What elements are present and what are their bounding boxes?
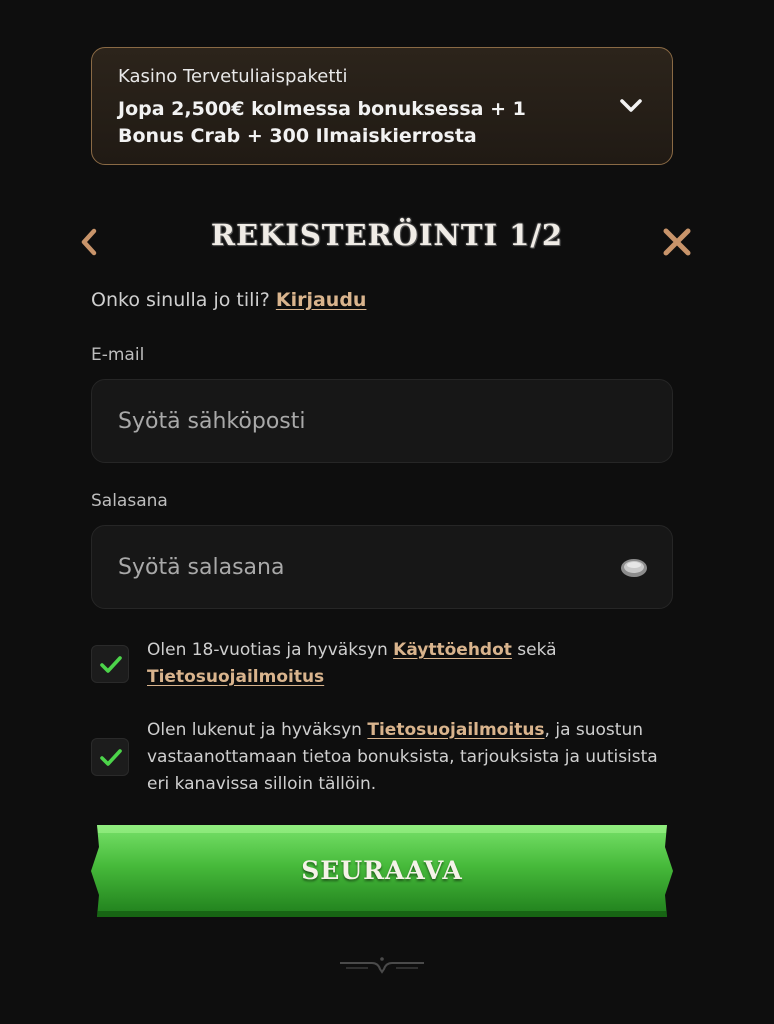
marketing-consent-text: Olen lukenut ja hyväksyn Tietosuojailmoi… bbox=[147, 717, 681, 798]
terms-checkbox[interactable] bbox=[91, 645, 129, 683]
marketing-text-before: Olen lukenut ja hyväksyn bbox=[147, 720, 368, 740]
email-field-container bbox=[91, 379, 673, 463]
check-icon bbox=[100, 656, 122, 673]
divider-ornament-icon bbox=[340, 957, 424, 974]
email-label: E-mail bbox=[91, 345, 145, 365]
terms-text-before: Olen 18-vuotias ja hyväksyn bbox=[147, 640, 394, 660]
privacy-link[interactable]: Tietosuojailmoitus bbox=[147, 667, 324, 687]
login-question: Onko sinulla jo tili? bbox=[91, 289, 270, 311]
close-icon[interactable] bbox=[660, 225, 694, 259]
password-field-container bbox=[91, 525, 673, 609]
login-link[interactable]: Kirjaudu bbox=[276, 289, 367, 311]
terms-text-middle: sekä bbox=[511, 640, 557, 660]
marketing-privacy-link[interactable]: Tietosuojailmoitus bbox=[367, 720, 544, 740]
page-title: REKISTERÖINTI 1/2 bbox=[210, 218, 564, 252]
next-button[interactable]: SEURAAVA bbox=[91, 825, 673, 917]
registration-page: Kasino Tervetuliaispaketti Jopa 2,500€ k… bbox=[0, 0, 774, 1024]
bonus-title: Kasino Tervetuliaispaketti bbox=[118, 66, 348, 87]
check-icon bbox=[100, 749, 122, 766]
password-label: Salasana bbox=[91, 491, 168, 511]
password-input[interactable] bbox=[92, 526, 672, 608]
eye-icon[interactable] bbox=[620, 556, 648, 580]
login-prompt: Onko sinulla jo tili? Kirjaudu bbox=[91, 289, 366, 311]
chevron-down-icon[interactable] bbox=[618, 92, 644, 118]
welcome-bonus-panel[interactable]: Kasino Tervetuliaispaketti Jopa 2,500€ k… bbox=[91, 47, 673, 165]
terms-link[interactable]: Käyttöehdot bbox=[393, 640, 512, 660]
marketing-checkbox[interactable] bbox=[91, 738, 129, 776]
terms-consent-row: Olen 18-vuotias ja hyväksyn Käyttöehdot … bbox=[91, 637, 681, 693]
marketing-consent-row: Olen lukenut ja hyväksyn Tietosuojailmoi… bbox=[91, 717, 681, 799]
next-button-label: SEURAAVA bbox=[301, 856, 463, 885]
terms-consent-text: Olen 18-vuotias ja hyväksyn Käyttöehdot … bbox=[147, 637, 681, 691]
bonus-description: Jopa 2,500€ kolmessa bonuksessa + 1 Bonu… bbox=[118, 98, 526, 147]
email-input[interactable] bbox=[92, 380, 672, 462]
